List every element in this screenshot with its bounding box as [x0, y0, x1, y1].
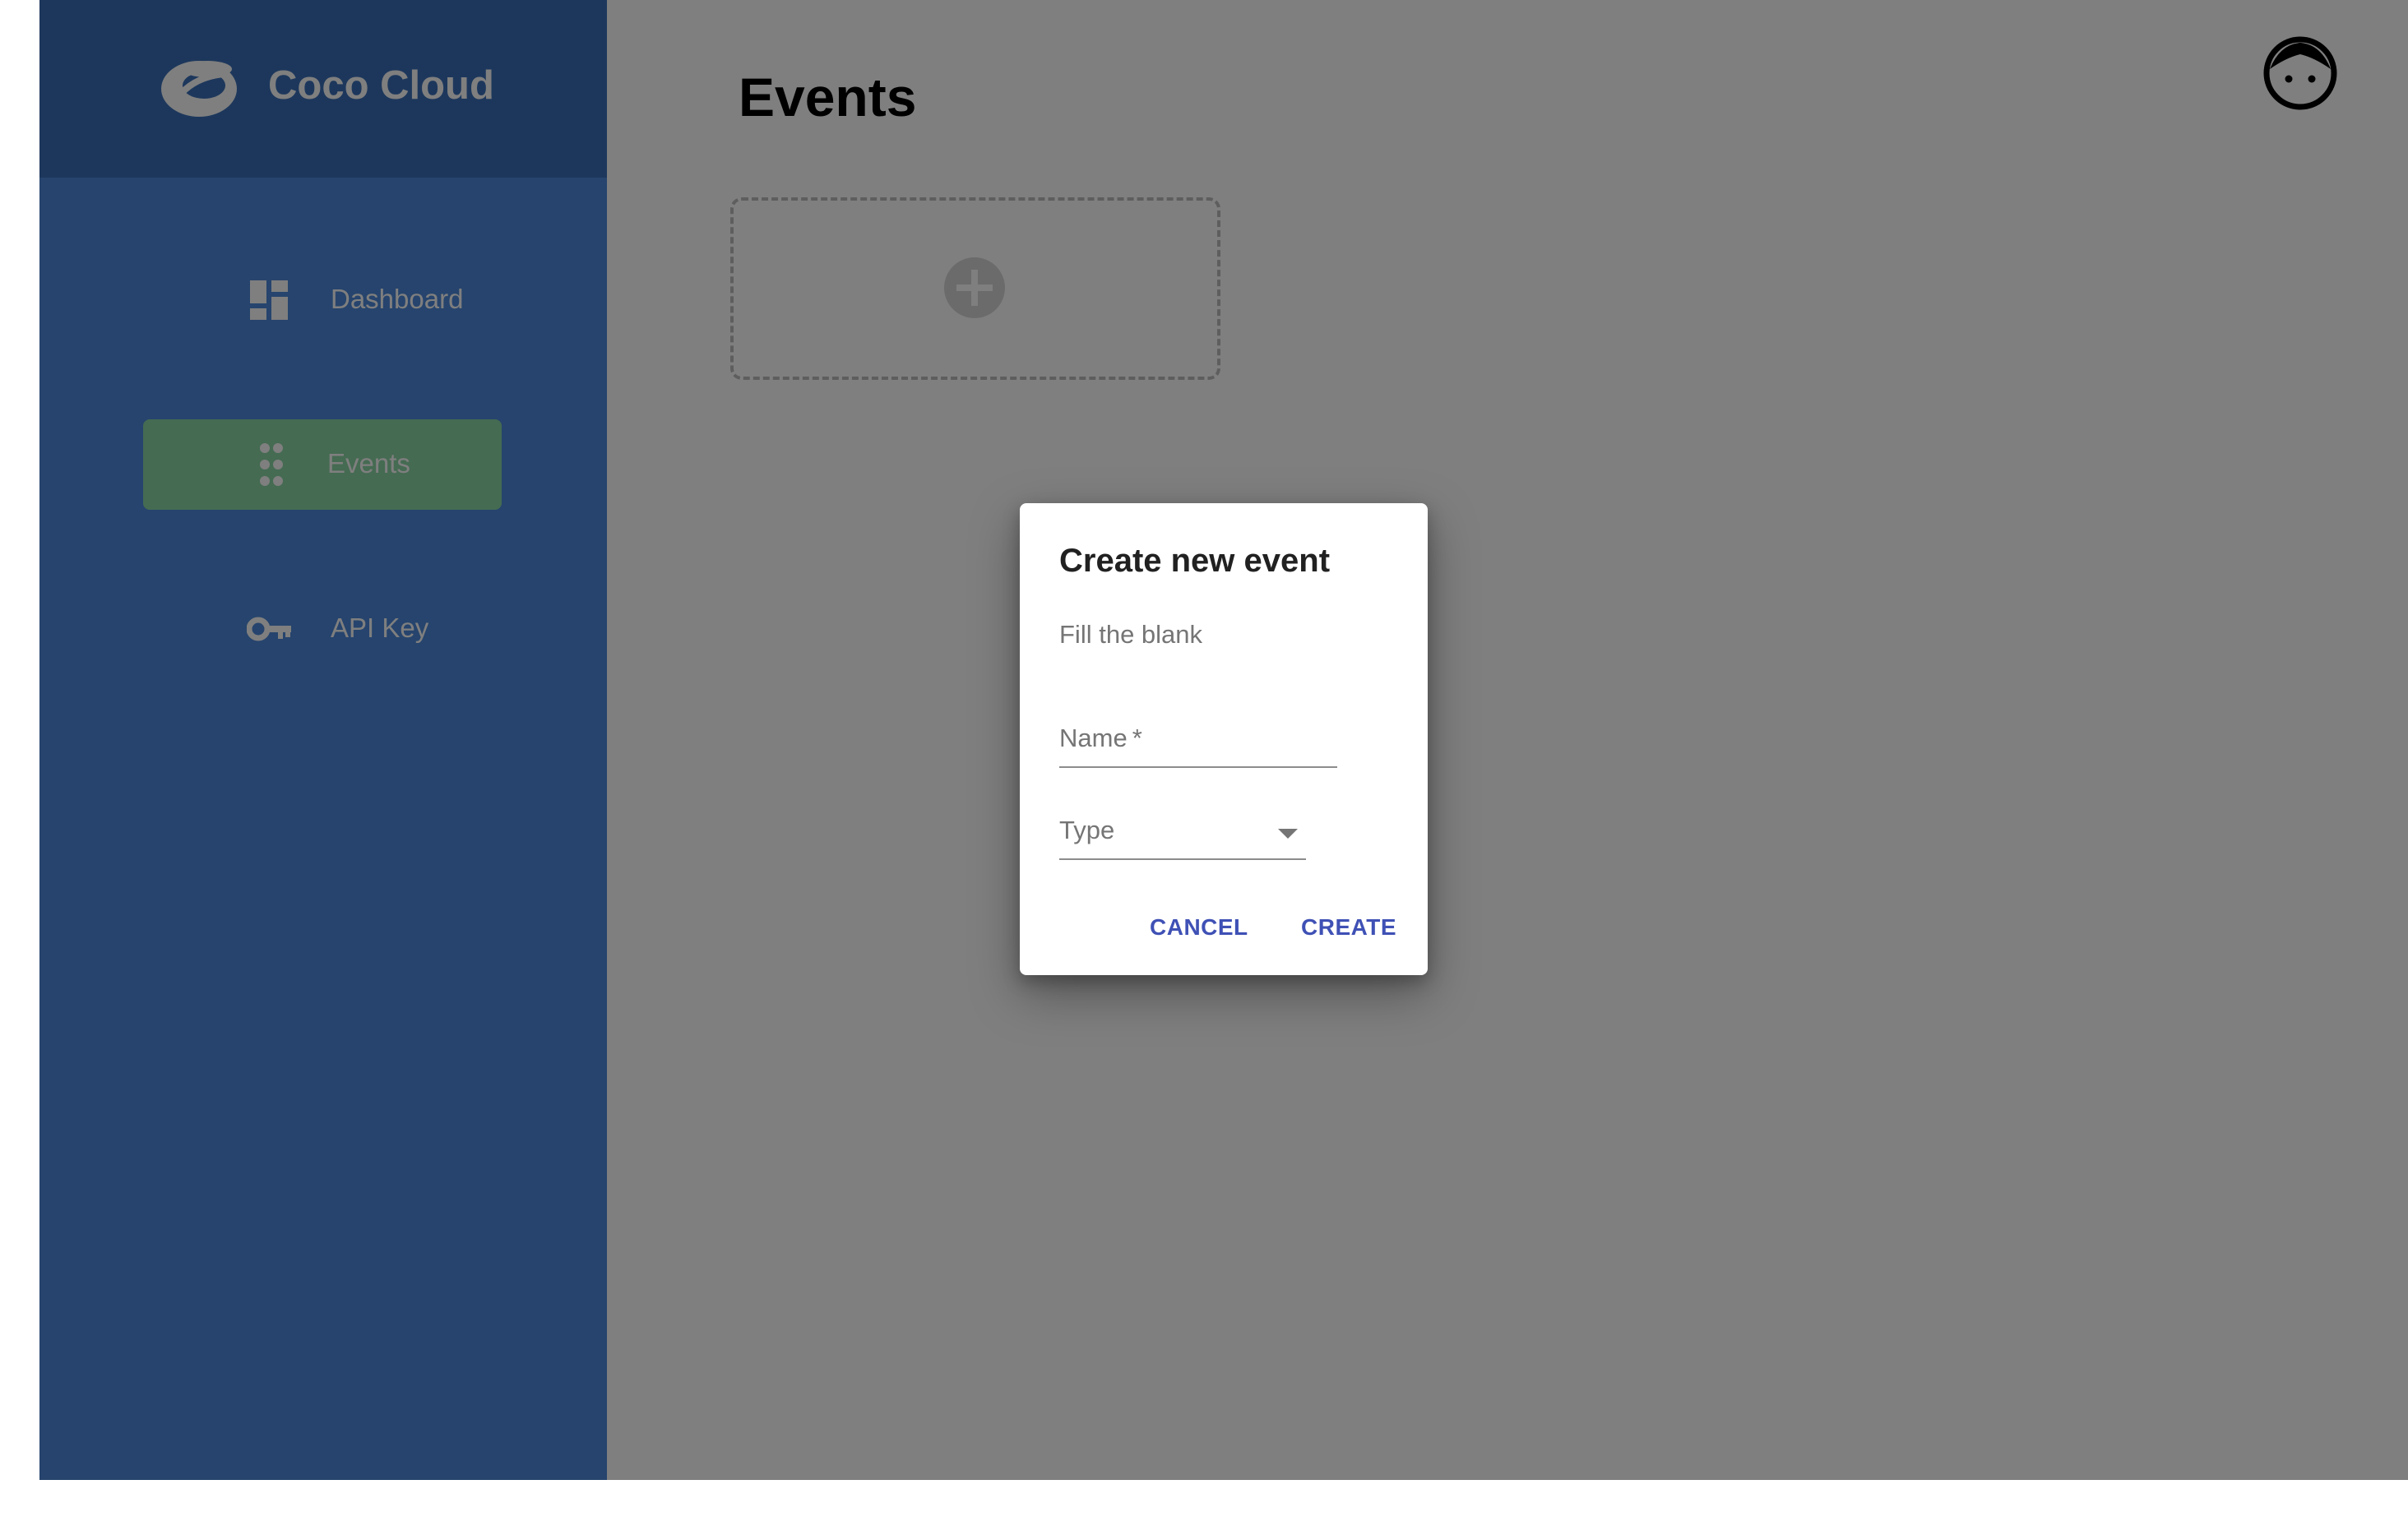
create-event-dialog: Create new event Fill the blank Name * Ty… [1020, 503, 1428, 975]
app-window: Coco Cloud Dashboard Events [39, 0, 2408, 1480]
create-button[interactable]: CREATE [1301, 914, 1396, 941]
name-field-label: Name * [1059, 724, 1142, 752]
type-field-label: Type [1059, 816, 1115, 844]
cancel-button[interactable]: CANCEL [1150, 914, 1248, 941]
dialog-subtitle: Fill the blank [1059, 620, 1203, 649]
chevron-down-icon [1278, 829, 1298, 839]
dialog-title: Create new event [1059, 543, 1331, 579]
event-name-field[interactable]: Name * [1059, 707, 1337, 768]
required-mark: * [1132, 724, 1142, 752]
event-type-select[interactable]: Type [1059, 799, 1306, 860]
